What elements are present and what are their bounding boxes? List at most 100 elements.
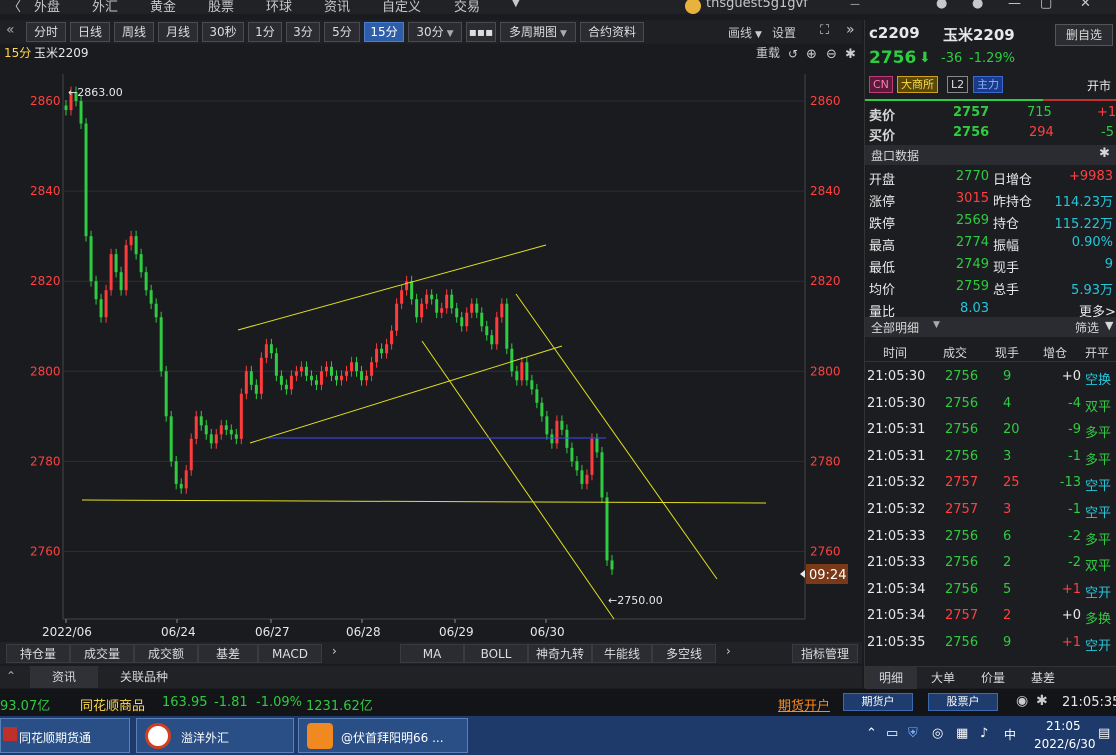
more-periods-button[interactable]: ▪▪▪ [466, 22, 496, 42]
ticker-settings-icon[interactable]: ✱ [1036, 693, 1048, 709]
tab-macd[interactable]: MACD [258, 644, 322, 663]
tick-row[interactable]: 21:05:34 2757 2 +0 多换 [865, 605, 1116, 627]
nav-item-3[interactable]: 股票 [208, 0, 234, 14]
nav-item-0[interactable]: 外盘 [34, 0, 60, 14]
tab-basis-right[interactable]: 基差 [1019, 667, 1067, 689]
period-button-fenshi[interactable]: 分时 [26, 22, 66, 42]
tab-ma[interactable]: MA [400, 644, 464, 663]
tick-row[interactable]: 21:05:30 2756 4 -4 双平 [865, 393, 1116, 415]
caret-down-icon[interactable]: ▼ [933, 320, 940, 330]
robot-icon[interactable]: ◉ [1016, 693, 1028, 709]
bell-icon[interactable]: ● [936, 0, 947, 11]
taskbar-app-fx[interactable]: 溢洋外汇 [136, 718, 294, 753]
futures-account-button[interactable]: 期货户 [843, 693, 913, 711]
tab-boll[interactable]: BOLL [464, 644, 528, 663]
trendline-channel-bottom[interactable] [249, 345, 563, 444]
tab-turnover[interactable]: 成交额 [134, 644, 198, 663]
taskbar-app-browser[interactable]: @伏首拜阳明66 ... [298, 718, 468, 753]
draw-line-button[interactable]: 画线 ▼ [728, 24, 762, 41]
tick-row[interactable]: 21:05:31 2756 20 -9 多平 [865, 419, 1116, 441]
notification-icon[interactable]: ▤ [1098, 726, 1110, 741]
tray-volume-icon[interactable]: ♪ [980, 726, 988, 741]
tick-row[interactable]: 21:05:32 2757 3 -1 空平 [865, 499, 1116, 521]
taskbar-app-ths[interactable]: 同花顺期货通 [0, 718, 130, 753]
tray-app-icon[interactable]: ◎ [932, 726, 943, 741]
nav-item-1[interactable]: 外汇 [92, 0, 118, 14]
pankou-settings-icon[interactable]: ✱ [1099, 146, 1110, 161]
period-button-week[interactable]: 周线 [114, 22, 154, 42]
user-name[interactable]: thsguest5g1gvf [706, 0, 808, 11]
period-button-3m[interactable]: 3分 [286, 22, 320, 42]
period-button-month[interactable]: 月线 [158, 22, 198, 42]
period-button-day[interactable]: 日线 [70, 22, 110, 42]
tray-up-icon[interactable]: ⌃ [866, 726, 877, 741]
nav-arrow-icon[interactable]: 〈 [8, 0, 21, 14]
tick-row[interactable]: 21:05:33 2756 2 -2 双平 [865, 552, 1116, 574]
tab-bull-line[interactable]: 牛能线 [592, 644, 652, 663]
tray-shield-icon[interactable]: ⛨ [908, 726, 918, 741]
indicator-manager-button[interactable]: 指标管理 [792, 644, 858, 663]
tray-usb-icon[interactable]: ▭ [886, 726, 898, 741]
settings-button[interactable]: 设置 [772, 24, 796, 41]
tick-row[interactable]: 21:05:31 2756 3 -1 多平 [865, 446, 1116, 468]
tab-detail[interactable]: 明细 [865, 667, 917, 689]
tick-list[interactable]: 21:05:30 2756 9 +0 空换 21:05:30 2756 4 -4 双平 21:05:… [865, 366, 1116, 662]
expand-icon[interactable]: » [846, 22, 855, 38]
tray-ime-icon[interactable]: 中 [1004, 726, 1016, 743]
tray-network-icon[interactable]: ▦ [956, 726, 968, 741]
tick-row[interactable]: 21:05:32 2757 25 -13 空平 [865, 472, 1116, 494]
trendline-channel-top[interactable] [237, 244, 547, 331]
stock-account-button[interactable]: 股票户 [928, 693, 998, 711]
period-button-15m[interactable]: 15分 [364, 22, 404, 42]
window-restore-icon[interactable]: ▢ [1040, 0, 1052, 11]
collapse-up-icon[interactable]: ⌃ [6, 669, 16, 683]
contract-info-button[interactable]: 合约资料 [580, 22, 644, 42]
tab-big-orders[interactable]: 大单 [919, 667, 967, 689]
period-button-30s[interactable]: 30秒 [202, 22, 244, 42]
tab-basis[interactable]: 基差 [198, 644, 258, 663]
ticker-name[interactable]: 同花顺商品 [80, 695, 145, 714]
tab-related[interactable]: 关联品种 [104, 666, 184, 688]
zoom-in-icon[interactable]: ⊕ [806, 47, 817, 62]
user-avatar[interactable] [685, 0, 701, 14]
chart-reset-label[interactable]: 重载 [756, 46, 780, 60]
tab-news[interactable]: 资讯 [30, 666, 98, 688]
user-icon[interactable]: ● [972, 0, 983, 11]
kline-chart[interactable]: 15分 玉米2209 重载 ↺ ⊕ ⊖ ✱ 2860 2860 2840 2840 28… [0, 44, 862, 642]
tick-row[interactable]: 21:05:33 2756 6 -2 多平 [865, 526, 1116, 548]
filter-button[interactable]: 筛选 [1075, 319, 1099, 336]
nav-item-5[interactable]: 资讯 [324, 0, 350, 14]
chart-svg[interactable]: 15分 玉米2209 重载 ↺ ⊕ ⊖ ✱ 2860 28602840 284028… [0, 44, 862, 642]
tick-row[interactable]: 21:05:34 2756 5 +1 空开 [865, 579, 1116, 601]
undo-icon[interactable]: ↺ [788, 47, 798, 61]
tabs2-next-icon[interactable]: › [726, 644, 731, 658]
trendline-down-2[interactable] [515, 293, 718, 580]
trendline-down-1[interactable] [421, 340, 615, 620]
support-line[interactable] [81, 499, 767, 504]
nav-dropdown-icon[interactable]: ▼ [512, 0, 520, 9]
window-min-icon[interactable]: — [1008, 0, 1021, 11]
nav-item-7[interactable]: 交易 [454, 0, 480, 14]
detail-title[interactable]: 全部明细 [871, 319, 919, 336]
zoom-out-icon[interactable]: ⊖ [826, 47, 837, 62]
remove-favorite-button[interactable]: 删自选 [1055, 24, 1113, 46]
chart-settings-icon[interactable]: ✱ [845, 47, 856, 62]
tab-price-volume[interactable]: 价量 [969, 667, 1017, 689]
tab-long-short[interactable]: 多空线 [652, 644, 716, 663]
period-button-5m[interactable]: 5分 [324, 22, 360, 42]
window-close-icon[interactable]: ✕ [1080, 0, 1091, 11]
multi-period-button[interactable]: 多周期图 ▼ [500, 22, 576, 42]
nav-item-6[interactable]: 自定义 [382, 0, 421, 14]
tick-row[interactable]: 21:05:35 2756 9 +1 空开 [865, 632, 1116, 654]
fullscreen-icon[interactable]: ⛶ [820, 23, 829, 38]
period-button-1m[interactable]: 1分 [248, 22, 282, 42]
period-button-30m[interactable]: 30分 ▼ [408, 22, 462, 42]
nav-item-4[interactable]: 环球 [266, 0, 292, 14]
filter-icon[interactable]: ▼ [1105, 319, 1113, 332]
tabs-next-icon[interactable]: › [332, 644, 337, 658]
futures-open-link[interactable]: 期货开户 [778, 695, 830, 714]
collapse-icon[interactable]: « [6, 22, 15, 38]
tab-volume[interactable]: 成交量 [70, 644, 134, 663]
tab-magic-nine[interactable]: 神奇九转 [528, 644, 592, 663]
nav-item-2[interactable]: 黄金 [150, 0, 176, 14]
